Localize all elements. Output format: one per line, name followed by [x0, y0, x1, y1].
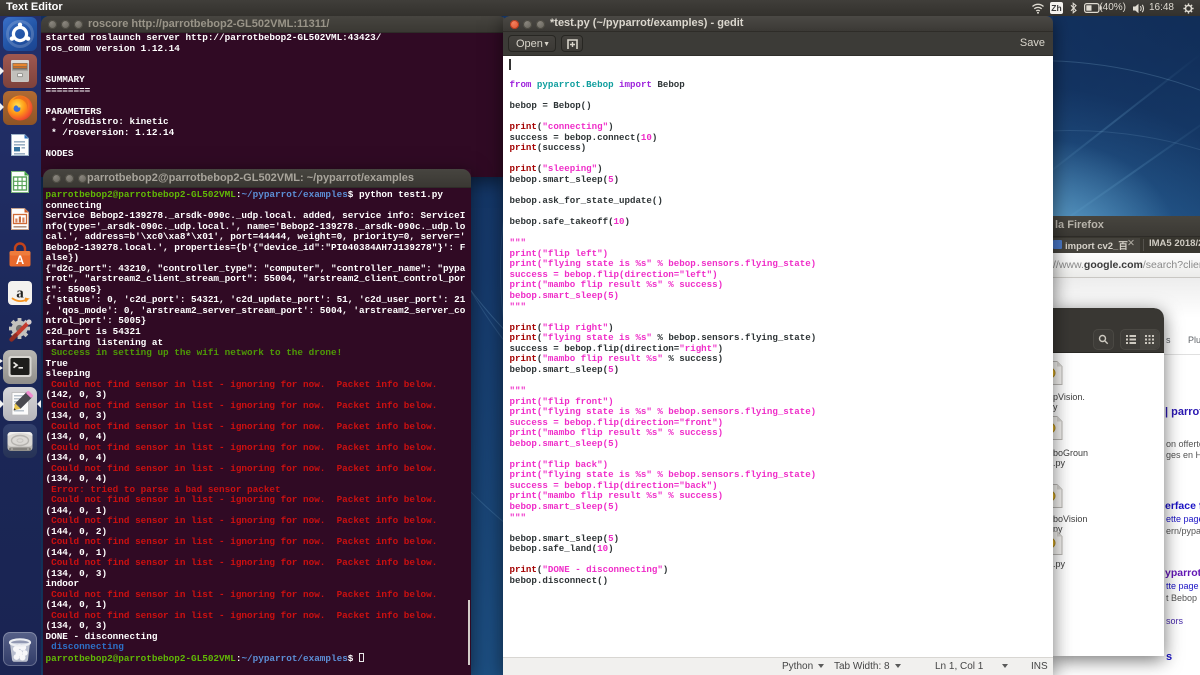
svg-text:A: A: [16, 255, 24, 267]
svg-text:a: a: [16, 286, 24, 302]
